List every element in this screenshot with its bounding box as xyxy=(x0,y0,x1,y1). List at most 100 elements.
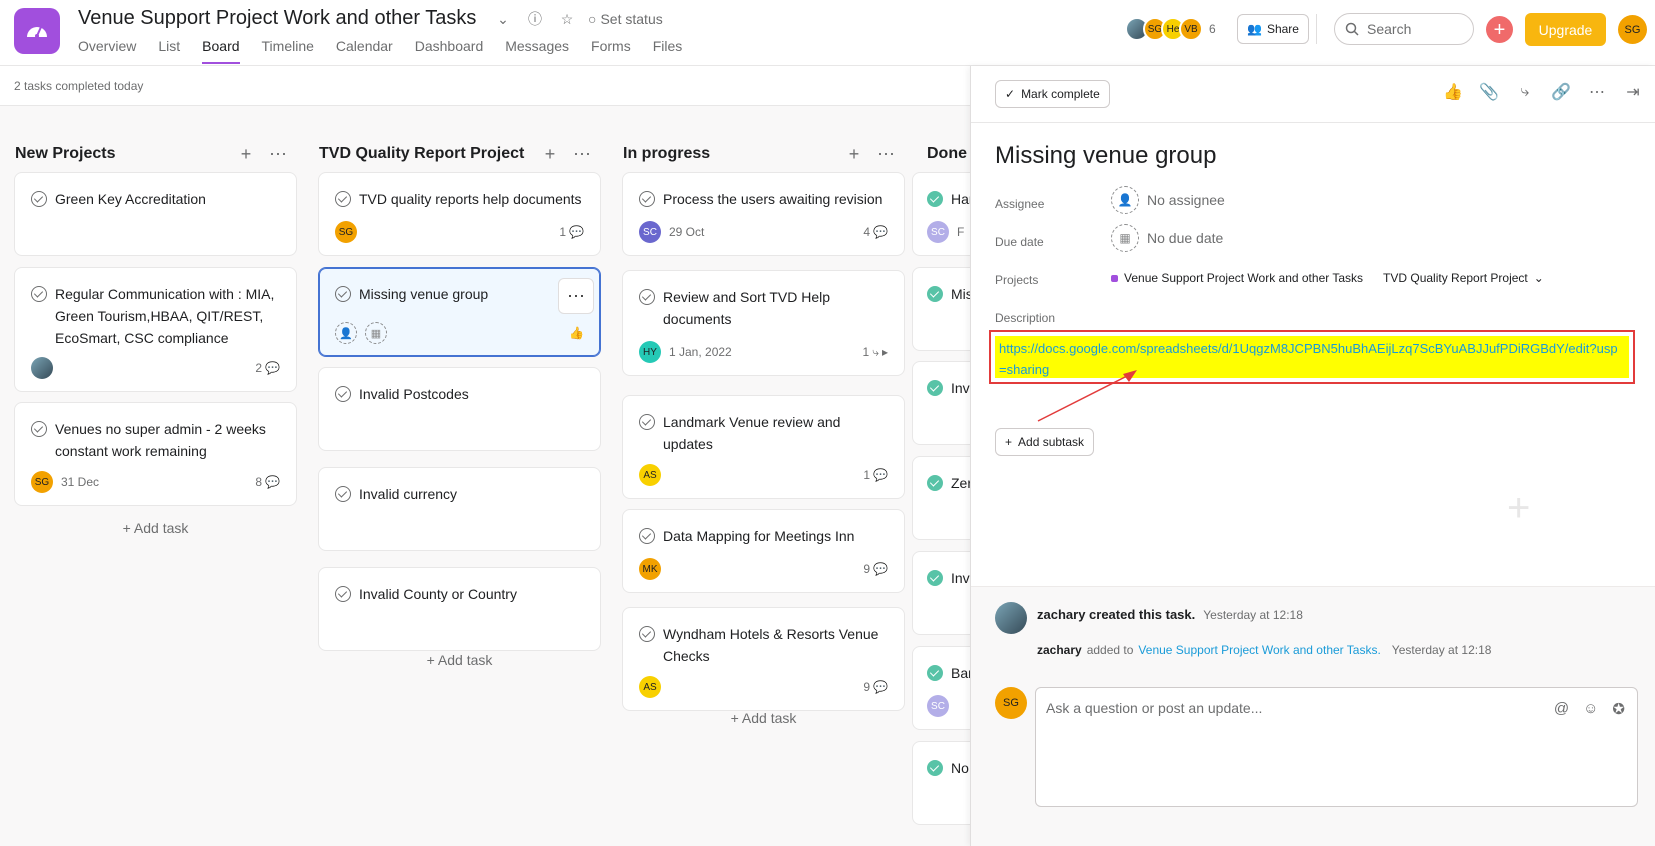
task-card[interactable]: Review and Sort TVD Help documents HY 1 … xyxy=(622,270,905,376)
project-chip[interactable]: Venue Support Project Work and other Tas… xyxy=(1111,271,1363,285)
check-circle-icon[interactable] xyxy=(927,286,943,302)
avatar[interactable]: SC xyxy=(927,695,949,717)
check-circle-icon[interactable] xyxy=(335,386,351,402)
project-link[interactable]: Venue Support Project Work and other Tas… xyxy=(1138,643,1380,657)
task-card[interactable]: TVD quality reports help documents SG 1 💬 xyxy=(318,172,601,256)
star-icon[interactable]: ☆ xyxy=(556,8,578,30)
avatar[interactable]: MK xyxy=(639,558,661,580)
avatar[interactable]: AS xyxy=(639,464,661,486)
check-circle-icon[interactable] xyxy=(639,626,655,642)
add-icon[interactable]: + xyxy=(843,144,865,165)
share-button[interactable]: 👥 Share xyxy=(1237,14,1309,44)
star-icon[interactable]: ✪ xyxy=(1612,700,1625,718)
tab-board[interactable]: Board xyxy=(202,36,240,64)
close-pane-icon[interactable]: ⇥ xyxy=(1623,82,1643,102)
avatar[interactable]: SG xyxy=(31,471,53,493)
task-card[interactable]: Invalid Postcodes xyxy=(318,367,601,451)
avatar[interactable]: SC xyxy=(639,221,661,243)
attachment-icon[interactable]: 📎 xyxy=(1479,82,1499,102)
tab-messages[interactable]: Messages xyxy=(505,36,569,64)
tab-forms[interactable]: Forms xyxy=(591,36,631,64)
comment-input[interactable]: Ask a question or post an update... @ ☺ … xyxy=(1035,687,1638,807)
add-task-button[interactable]: + Add task xyxy=(14,520,297,536)
tab-overview[interactable]: Overview xyxy=(78,36,136,64)
check-circle-icon[interactable] xyxy=(639,528,655,544)
avatar[interactable] xyxy=(995,602,1027,634)
check-circle-icon[interactable] xyxy=(335,191,351,207)
due-date-field[interactable]: ▦ No due date xyxy=(1111,224,1223,252)
add-subtask-button[interactable]: + Add subtask xyxy=(995,428,1095,456)
check-circle-icon[interactable] xyxy=(639,289,655,305)
task-card[interactable]: Inv xyxy=(912,551,970,635)
task-card[interactable]: Regular Communication with : MIA, Green … xyxy=(14,267,297,392)
check-circle-icon[interactable] xyxy=(927,760,943,776)
add-task-button[interactable]: + Add task xyxy=(622,710,905,726)
task-card[interactable]: Inv xyxy=(912,361,970,445)
section-select[interactable]: TVD Quality Report Project ⌄ xyxy=(1383,271,1544,285)
task-card[interactable]: Data Mapping for Meetings Inn MK 9 💬 xyxy=(622,509,905,593)
check-circle-icon[interactable] xyxy=(927,191,943,207)
check-circle-icon[interactable] xyxy=(335,286,351,302)
avatar[interactable]: AS xyxy=(639,676,661,698)
subtask-icon[interactable]: ⤷ xyxy=(1515,82,1535,102)
task-card[interactable]: Venues no super admin - 2 weeks constant… xyxy=(14,402,297,506)
task-card[interactable]: Bar SC xyxy=(912,646,970,730)
upgrade-button[interactable]: Upgrade xyxy=(1525,13,1606,46)
chevron-down-icon[interactable]: ⌄ xyxy=(492,8,514,30)
avatar[interactable]: HY xyxy=(639,341,661,363)
like-icon[interactable]: 👍 xyxy=(1443,82,1463,102)
info-icon[interactable]: ⓘ xyxy=(524,8,546,30)
mention-icon[interactable]: @ xyxy=(1554,700,1569,718)
check-circle-icon[interactable] xyxy=(335,586,351,602)
check-circle-icon[interactable] xyxy=(31,421,47,437)
user-avatar[interactable]: SG xyxy=(1618,15,1647,44)
quick-add-button[interactable]: + xyxy=(1486,16,1513,43)
check-circle-icon[interactable] xyxy=(31,286,47,302)
task-card[interactable]: No xyxy=(912,741,970,825)
subtask-count[interactable]: 1 ⤷ ▸ xyxy=(863,345,888,360)
more-icon[interactable]: ⋯ xyxy=(571,144,593,165)
task-card[interactable]: Green Key Accreditation xyxy=(14,172,297,256)
check-circle-icon[interactable] xyxy=(335,486,351,502)
task-card[interactable]: Invalid County or Country xyxy=(318,567,601,651)
card-more-button[interactable]: ⋯ xyxy=(558,278,594,314)
task-name[interactable]: Missing venue group xyxy=(995,142,1216,170)
check-circle-icon[interactable] xyxy=(639,191,655,207)
search-input[interactable]: Search xyxy=(1334,13,1474,45)
tab-files[interactable]: Files xyxy=(653,36,683,64)
task-card[interactable]: Zer xyxy=(912,456,970,540)
check-circle-icon[interactable] xyxy=(927,570,943,586)
tab-dashboard[interactable]: Dashboard xyxy=(415,36,484,64)
tab-timeline[interactable]: Timeline xyxy=(262,36,314,64)
task-card-selected[interactable]: Missing venue group ⋯ 👤 ▦ 👍 xyxy=(318,267,601,357)
add-icon[interactable]: + xyxy=(539,144,561,165)
more-icon[interactable]: ⋯ xyxy=(1587,82,1607,102)
emoji-icon[interactable]: ☺ xyxy=(1583,700,1598,718)
check-circle-icon[interactable] xyxy=(927,665,943,681)
check-circle-icon[interactable] xyxy=(31,191,47,207)
check-circle-icon[interactable] xyxy=(927,475,943,491)
tab-list[interactable]: List xyxy=(158,36,180,64)
task-card[interactable]: Wyndham Hotels & Resorts Venue Checks AS… xyxy=(622,607,905,711)
add-icon[interactable]: + xyxy=(235,144,257,165)
task-card[interactable]: Mis xyxy=(912,267,970,351)
link-icon[interactable]: 🔗 xyxy=(1551,82,1571,102)
add-task-button[interactable]: + Add task xyxy=(318,652,601,668)
mark-complete-button[interactable]: ✓ Mark complete xyxy=(995,80,1110,108)
set-status-button[interactable]: ○ Set status xyxy=(588,11,663,27)
more-icon[interactable]: ⋯ xyxy=(875,144,897,165)
avatar[interactable]: SG xyxy=(335,221,357,243)
assignee-field[interactable]: 👤 No assignee xyxy=(1111,186,1225,214)
task-card[interactable]: Landmark Venue review and updates AS 1 💬 xyxy=(622,395,905,499)
task-card[interactable]: Invalid currency xyxy=(318,467,601,551)
project-title[interactable]: Venue Support Project Work and other Tas… xyxy=(78,7,476,30)
project-icon[interactable] xyxy=(14,8,60,54)
avatar[interactable] xyxy=(31,357,53,379)
calendar-icon[interactable]: ▦ xyxy=(365,322,387,344)
check-circle-icon[interactable] xyxy=(639,414,655,430)
more-icon[interactable]: ⋯ xyxy=(267,144,289,165)
project-members[interactable]: SG He VB 6 xyxy=(1125,17,1216,41)
assignee-placeholder-icon[interactable]: 👤 xyxy=(335,322,357,344)
task-card[interactable]: Process the users awaiting revision SC 2… xyxy=(622,172,905,256)
like-icon[interactable]: 👍 xyxy=(569,326,584,340)
